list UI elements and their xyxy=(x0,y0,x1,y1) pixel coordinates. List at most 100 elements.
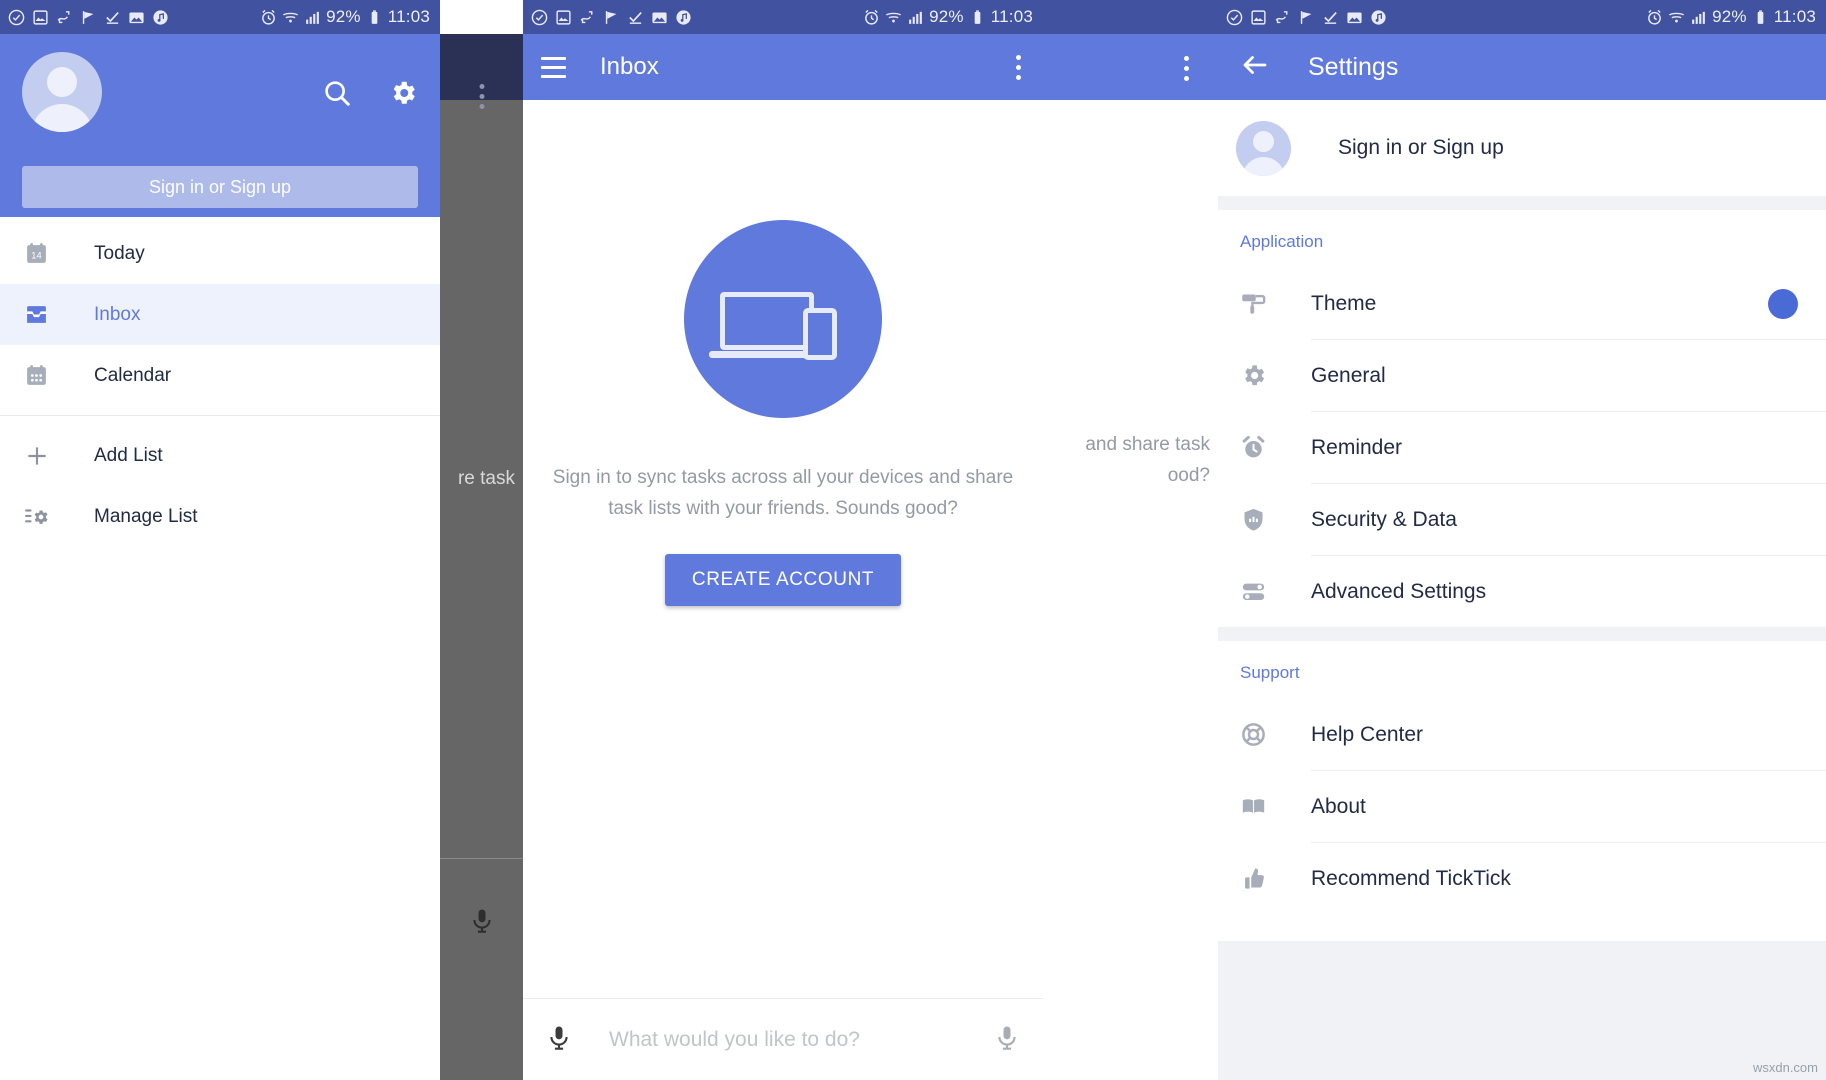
sync-arrows-icon xyxy=(56,9,73,26)
devices-sync-icon xyxy=(684,220,882,418)
flag-check-icon xyxy=(1298,9,1315,26)
arrow-left-icon[interactable] xyxy=(1240,50,1270,85)
gear-icon xyxy=(1240,362,1274,389)
microphone-icon xyxy=(468,906,496,939)
inbox-right-edge-strip: and share task ood? xyxy=(1043,0,1218,1080)
sync-arrows-icon xyxy=(1274,9,1291,26)
settings-item-label: Reminder xyxy=(1311,435,1403,459)
section-header-support: Support xyxy=(1240,663,1300,682)
empty-state-message: Sign in to sync tasks across all your de… xyxy=(552,467,1014,519)
battery-percent-label: 92% xyxy=(326,7,361,26)
scrim-overlay-left[interactable]: re task xyxy=(440,34,523,1080)
wifi-icon xyxy=(282,9,299,26)
status-bar-settings: 92% 11:03 xyxy=(1218,0,1826,34)
status-notification-icons xyxy=(531,9,692,26)
sync-arrows-icon xyxy=(579,9,596,26)
section-divider xyxy=(1218,196,1826,210)
paint-roller-icon xyxy=(1240,290,1274,317)
checkmark-icon xyxy=(627,9,644,26)
theme-color-swatch[interactable] xyxy=(1768,288,1798,319)
settings-item-security-data[interactable]: Security & Data xyxy=(1218,484,1826,555)
wifi-icon xyxy=(1668,9,1685,26)
sidebar-item-inbox[interactable]: Inbox xyxy=(0,284,440,345)
alarm-clock-icon xyxy=(1240,434,1274,461)
create-account-button[interactable]: CREATE ACCOUNT xyxy=(664,554,902,606)
inbox-icon xyxy=(24,302,54,327)
clock-label: 11:03 xyxy=(990,7,1033,26)
battery-icon xyxy=(366,9,383,26)
quick-add-input-bar[interactable]: What would you like to do? xyxy=(523,998,1043,1080)
microphone-icon[interactable] xyxy=(993,1023,1021,1056)
settings-item-general[interactable]: General xyxy=(1218,340,1826,411)
image-icon xyxy=(555,9,572,26)
sidebar-item-label: Calendar xyxy=(94,364,172,386)
thumbs-up-icon xyxy=(1240,865,1274,892)
toggles-icon xyxy=(1240,578,1274,605)
calendar-day-icon: 14 xyxy=(24,241,54,266)
settings-item-about[interactable]: About xyxy=(1218,771,1826,842)
settings-item-reminder[interactable]: Reminder xyxy=(1218,412,1826,483)
more-vertical-icon[interactable] xyxy=(1012,51,1025,84)
alarm-clock-icon xyxy=(260,9,277,26)
sidebar-item-manage-list[interactable]: Manage List xyxy=(0,486,440,547)
more-vertical-icon[interactable] xyxy=(1184,56,1189,81)
settings-item-advanced-settings[interactable]: Advanced Settings xyxy=(1218,556,1826,627)
settings-footer-space xyxy=(1218,941,1826,1080)
settings-appbar: Settings xyxy=(1218,34,1826,100)
page-title: Inbox xyxy=(600,53,659,80)
alarm-clock-icon xyxy=(863,9,880,26)
search-icon[interactable] xyxy=(322,78,352,113)
inbox-empty-state: Sign in to sync tasks across all your de… xyxy=(523,100,1043,1080)
tick-check-icon xyxy=(8,9,25,26)
quick-add-placeholder[interactable]: What would you like to do? xyxy=(609,1028,993,1052)
plus-icon xyxy=(24,443,54,469)
status-bar-inbox: 92% 11:03 xyxy=(523,0,1043,34)
scrim-partial-text: re task xyxy=(457,468,515,489)
watermark-label: wsxdn.com xyxy=(1752,1060,1818,1075)
status-system-icons: 92% 11:03 xyxy=(1646,7,1816,27)
gear-icon[interactable] xyxy=(388,78,418,113)
settings-panel: 92% 11:03 Settings Sign in or Sign up Ap… xyxy=(1218,0,1826,1080)
drawer-header: Sign in or Sign up xyxy=(0,34,440,217)
settings-item-label: About xyxy=(1311,794,1366,818)
empty-state-partial-text-1: and share task xyxy=(1085,434,1210,455)
clock-label: 11:03 xyxy=(1773,7,1816,26)
page-title: Settings xyxy=(1308,52,1399,81)
lifebuoy-icon xyxy=(1240,721,1274,748)
sidebar-item-add-list[interactable]: Add List xyxy=(0,425,440,486)
settings-item-label: Advanced Settings xyxy=(1311,579,1487,603)
image-icon xyxy=(32,9,49,26)
more-vertical-icon[interactable] xyxy=(479,84,484,109)
signal-bars-icon xyxy=(1690,9,1707,26)
sidebar-item-today[interactable]: 14 Today xyxy=(0,223,440,284)
battery-percent-label: 92% xyxy=(929,7,964,26)
sign-in-or-sign-up-button[interactable]: Sign in or Sign up xyxy=(22,166,418,208)
drawer-panel: 92% 11:03 Sign in or Sign up 14 Today In… xyxy=(0,0,440,1080)
photo-icon xyxy=(128,9,145,26)
settings-item-help-center[interactable]: Help Center xyxy=(1218,699,1826,770)
settings-item-label: Recommend TickTick xyxy=(1311,866,1511,890)
hamburger-menu-icon[interactable] xyxy=(541,56,566,78)
tick-check-icon xyxy=(1226,9,1243,26)
list-gear-icon xyxy=(24,504,54,530)
signal-bars-icon xyxy=(907,9,924,26)
sidebar-item-label: Inbox xyxy=(94,303,141,325)
battery-icon xyxy=(969,9,986,26)
sidebar-item-calendar[interactable]: Calendar xyxy=(0,345,440,406)
settings-item-label: General xyxy=(1311,363,1386,387)
microphone-icon[interactable] xyxy=(545,1023,573,1056)
sidebar-item-label: Manage List xyxy=(94,505,198,527)
nav-divider xyxy=(0,415,440,416)
avatar[interactable] xyxy=(22,52,102,132)
settings-item-theme[interactable]: Theme xyxy=(1218,268,1826,339)
checkmark-icon xyxy=(104,9,121,26)
section-divider xyxy=(1218,627,1826,641)
settings-item-recommend-ticktick[interactable]: Recommend TickTick xyxy=(1218,843,1826,914)
drawer-nav-list: 14 Today Inbox Calendar Add List Manage … xyxy=(0,217,440,547)
battery-icon xyxy=(1752,9,1769,26)
sidebar-item-label: Add List xyxy=(94,444,163,466)
tick-check-icon xyxy=(531,9,548,26)
music-note-icon xyxy=(1370,9,1387,26)
settings-account-row[interactable]: Sign in or Sign up xyxy=(1218,100,1826,196)
status-bar-strip xyxy=(1043,0,1218,34)
